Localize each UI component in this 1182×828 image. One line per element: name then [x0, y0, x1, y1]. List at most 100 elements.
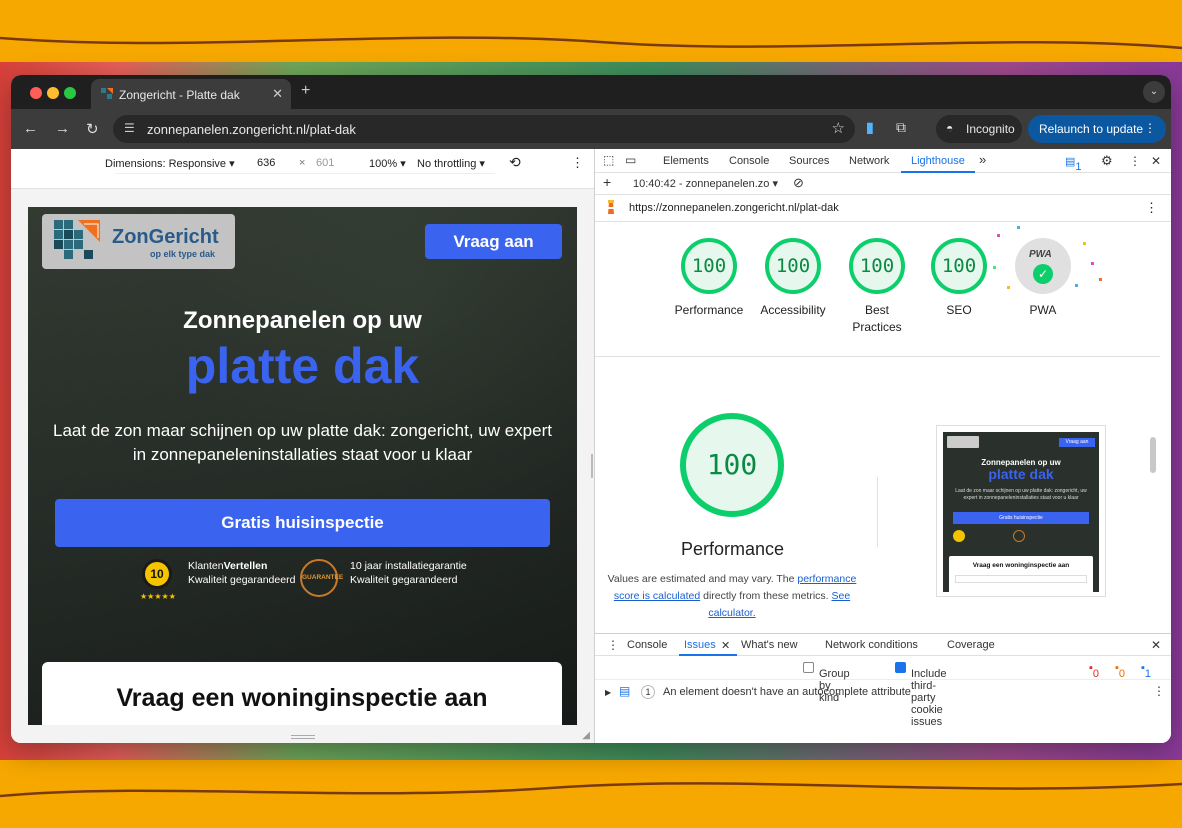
reload-icon[interactable]: ↻	[86, 120, 99, 138]
thumbnail-content: Vraag aan Zonnepanelen op uw platte dak …	[943, 432, 1099, 592]
expand-arrow-icon[interactable]: ▶	[605, 688, 611, 697]
devtools-drawer: ⋮ Console Issues ✕ What's new Network co…	[595, 633, 1171, 743]
relaunch-label: Relaunch to update	[1039, 122, 1144, 136]
drawer-tab-whats-new[interactable]: What's new	[741, 639, 798, 651]
score-ring: 100	[849, 238, 905, 294]
relaunch-button[interactable]: Relaunch to update ⋮	[1028, 115, 1166, 143]
score-ring: 100	[931, 238, 987, 294]
tab-sources[interactable]: Sources	[789, 155, 829, 167]
close-drawer-icon[interactable]: ✕	[1151, 638, 1161, 652]
final-screenshot-thumbnail[interactable]: Vraag aan Zonnepanelen op uw platte dak …	[936, 425, 1106, 597]
tab-bar: Zongericht - Platte dak ✕ + ⌄	[11, 75, 1171, 109]
guarantee-badge-text: 10 jaar installatiegarantie Kwaliteit ge…	[350, 559, 467, 587]
issue-type-icon: ▤	[619, 684, 631, 698]
performance-note: Values are estimated and may vary. The p…	[607, 571, 857, 622]
new-tab-icon[interactable]: +	[301, 82, 310, 100]
zoom-window-button[interactable]	[64, 87, 76, 99]
vraag-aan-button[interactable]: Vraag aan	[425, 224, 562, 259]
issues-count: 1	[1075, 161, 1082, 173]
drawer-tab-network-conditions[interactable]: Network conditions	[825, 639, 918, 651]
tab-console[interactable]: Console	[729, 155, 769, 167]
new-report-icon[interactable]: +	[603, 174, 611, 190]
browser-tab[interactable]: Zongericht - Platte dak ✕	[91, 79, 291, 109]
third-party-checkbox[interactable]: Include third-party cookie issues	[895, 662, 946, 728]
issue-menu-icon[interactable]: ⋮	[1153, 684, 1165, 698]
clear-report-icon[interactable]: ⊘	[793, 175, 804, 191]
drawer-menu-icon[interactable]: ⋮	[607, 638, 619, 652]
back-icon[interactable]: ←	[23, 120, 38, 137]
kebab-menu-icon[interactable]: ⋮	[1144, 121, 1156, 135]
divider	[877, 477, 878, 547]
issue-row[interactable]: ▶ ▤ 1 An element doesn't have an autocom…	[595, 680, 1171, 704]
gauge-best-practices[interactable]: 100 Best Practices	[838, 238, 916, 336]
vertellen-text: Vertellen	[223, 560, 268, 572]
more-tabs-icon[interactable]: »	[979, 152, 986, 167]
performance-section: 100 Performance Values are estimated and…	[595, 357, 1160, 633]
form-title: Vraag een woninginspectie aan	[116, 684, 488, 712]
issues-counter[interactable]: ▤ 1	[1065, 155, 1082, 173]
close-tab-icon[interactable]: ✕	[272, 86, 283, 102]
tab-network[interactable]: Network	[849, 155, 889, 167]
score-gauges: 100 Performance 100 Accessibility 100 Be…	[595, 222, 1160, 357]
viewport-resize-handle[interactable]	[291, 735, 315, 739]
throttling-select[interactable]: No throttling ▾	[417, 157, 485, 170]
error-count-value: 0	[1092, 668, 1100, 680]
height-input[interactable]: 601	[316, 157, 334, 169]
address-toolbar: ← → ↻ ☰ zonnepanelen.zongericht.nl/plat-…	[11, 109, 1171, 149]
logo-name: ZonGericht	[112, 226, 219, 248]
close-issues-tab-icon[interactable]: ✕	[721, 639, 730, 652]
tab-elements[interactable]: Elements	[663, 155, 709, 167]
gauge-label: Best Practices	[852, 303, 902, 334]
device-toggle-icon[interactable]: ▭	[625, 153, 636, 167]
report-select[interactable]: 10:40:42 - zonnepanelen.zo ▾	[633, 177, 778, 190]
extensions-puzzle-icon[interactable]: ⧉	[896, 119, 906, 136]
devtools-menu-icon[interactable]: ⋮	[1129, 154, 1141, 168]
zoom-select[interactable]: 100% ▾	[369, 157, 406, 170]
gauge-performance[interactable]: 100 Performance	[667, 238, 751, 319]
incognito-indicator[interactable]: ◓ Incognito	[936, 115, 1022, 143]
device-toolbar: Dimensions: Responsive ▾ 636 × 601 100% …	[11, 149, 594, 189]
gauge-label: SEO	[946, 303, 972, 317]
dimensions-select[interactable]: Dimensions: Responsive ▾	[105, 157, 235, 170]
inspect-element-icon[interactable]: ⬚	[603, 153, 614, 167]
close-window-button[interactable]	[30, 87, 42, 99]
issue-text: An element doesn't have an autocomplete …	[663, 686, 911, 698]
performance-big-score: 100	[680, 413, 784, 517]
forward-icon[interactable]: →	[55, 120, 70, 137]
note-prefix: Values are estimated and may vary. The	[607, 573, 798, 585]
group-by-kind-checkbox[interactable]: Group by kind	[803, 662, 850, 704]
corner-resize-icon[interactable]: ◢	[582, 730, 590, 741]
drawer-tab-coverage[interactable]: Coverage	[947, 639, 995, 651]
thumb-seal	[1013, 530, 1025, 542]
device-menu-icon[interactable]: ⋮	[571, 155, 584, 171]
thumb-subtitle: Laat de zon maar schijnen op uw platte d…	[955, 488, 1087, 501]
warning-count-value: 0	[1118, 668, 1126, 680]
issue-occurrence-count: 1	[641, 685, 655, 699]
omnibox[interactable]: ☰ zonnepanelen.zongericht.nl/plat-dak ☆	[113, 115, 855, 143]
drawer-tab-issues[interactable]: Issues	[684, 639, 716, 651]
rotate-icon[interactable]: ⟲	[509, 154, 521, 171]
gauge-accessibility[interactable]: 100 Accessibility	[751, 238, 835, 319]
lighthouse-toolbar: + 10:40:42 - zonnepanelen.zo ▾ ⊘	[595, 173, 1171, 195]
incognito-label: Incognito	[966, 122, 1015, 136]
minimize-window-button[interactable]	[47, 87, 59, 99]
report-scrollbar[interactable]	[1150, 437, 1156, 473]
bookmark-star-icon[interactable]: ☆	[832, 119, 845, 137]
extension-icon[interactable]: ▮	[866, 119, 874, 136]
gratis-huisinspectie-button[interactable]: Gratis huisinspectie	[55, 499, 550, 547]
width-input[interactable]: 636	[257, 157, 275, 169]
report-url-bar: https://zonnepanelen.zongericht.nl/plat-…	[595, 195, 1171, 222]
site-logo[interactable]: ZonGericht op elk type dak	[42, 214, 235, 269]
tab-lighthouse[interactable]: Lighthouse	[911, 155, 965, 167]
tab-search-icon[interactable]: ⌄	[1143, 81, 1165, 103]
settings-gear-icon[interactable]: ⚙	[1101, 153, 1113, 169]
drawer-tab-console[interactable]: Console	[627, 639, 667, 651]
lighthouse-icon	[608, 200, 614, 214]
hero-subtitle: Laat de zon maar schijnen op uw platte d…	[53, 421, 552, 464]
thumb-cta: Vraag aan	[1059, 438, 1095, 447]
report-url: https://zonnepanelen.zongericht.nl/plat-…	[629, 202, 839, 214]
report-menu-icon[interactable]: ⋮	[1145, 200, 1158, 216]
site-info-icon[interactable]: ☰	[124, 121, 135, 135]
review-score-badge: 10	[142, 559, 172, 589]
close-devtools-icon[interactable]: ✕	[1151, 154, 1161, 168]
